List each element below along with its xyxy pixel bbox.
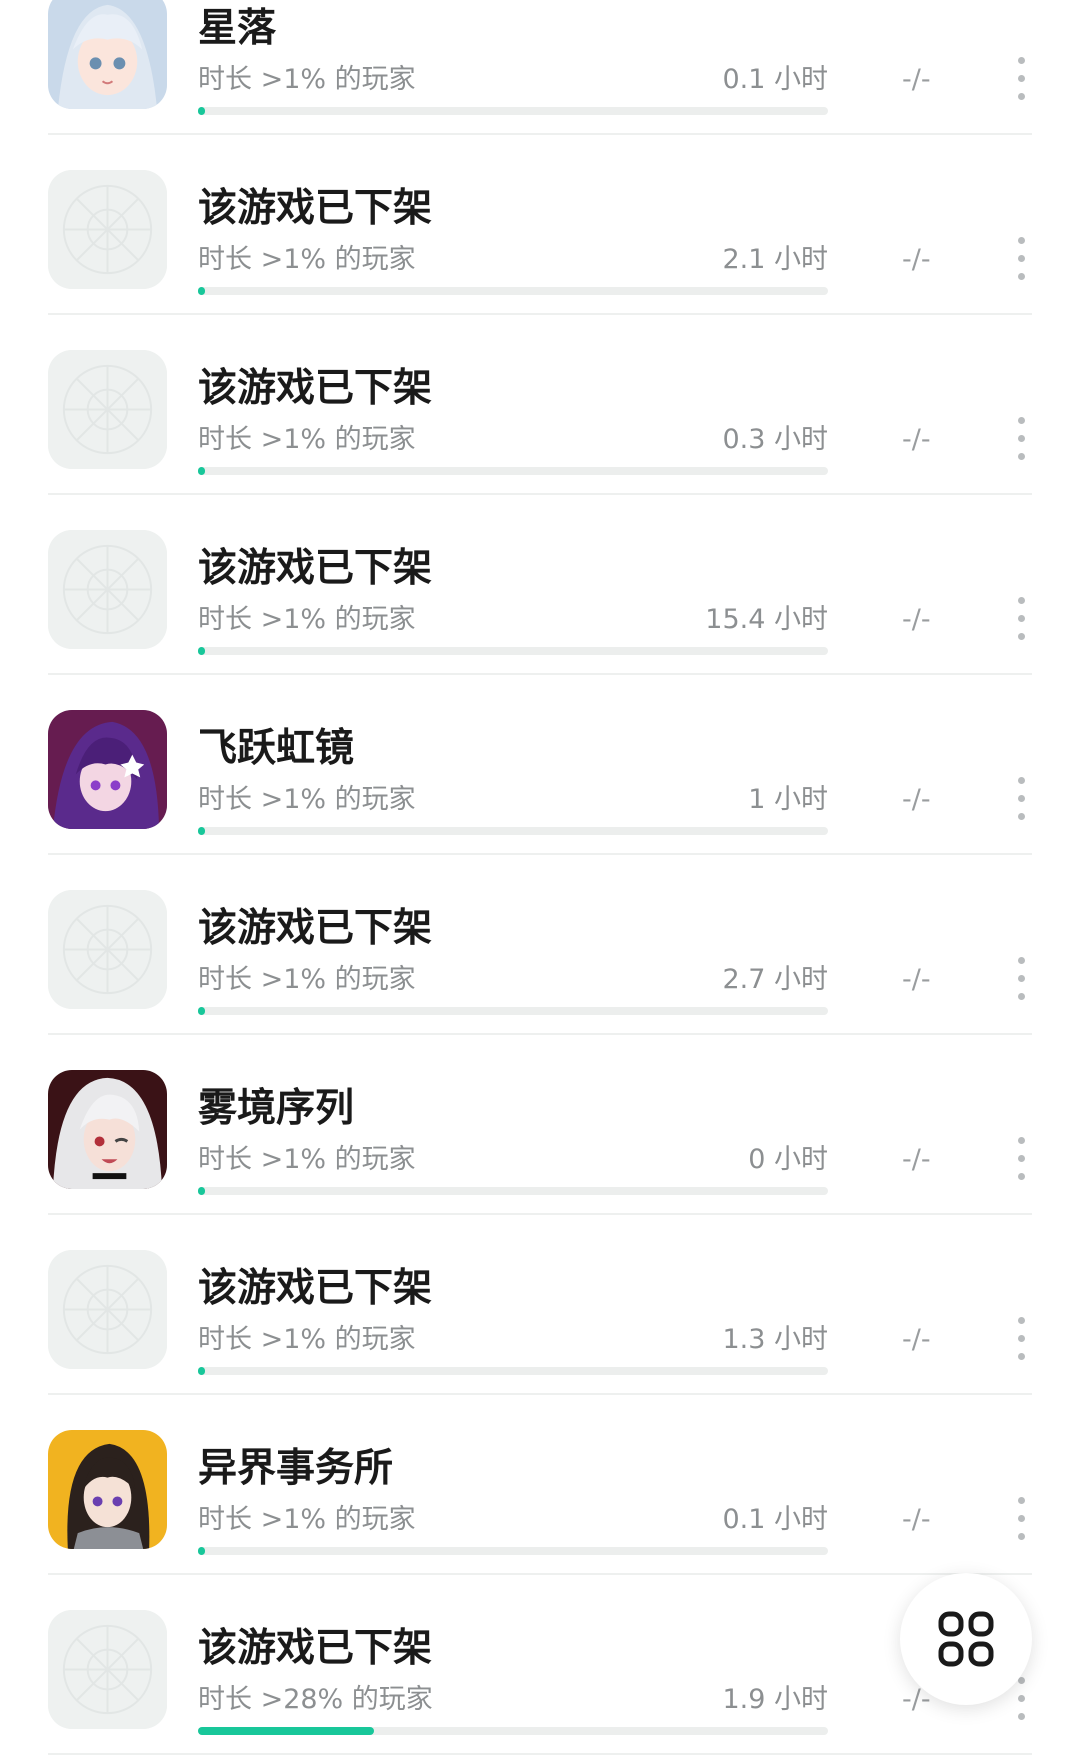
playtime-percentile-label: 时长 >1% 的玩家 [198, 424, 416, 455]
game-title: 星落 [198, 6, 277, 51]
playtime-percentile-label: 时长 >1% 的玩家 [198, 1144, 416, 1175]
achievement-count: -/- [902, 1504, 931, 1535]
playtime-percentile-label: 时长 >1% 的玩家 [198, 604, 416, 635]
playtime-percentile-label: 时长 >1% 的玩家 [198, 244, 416, 275]
playtime-hours: 0.1 小时 [722, 1504, 828, 1535]
playtime-progress-track [198, 647, 828, 655]
playtime-percentile-label: 时长 >28% 的玩家 [198, 1684, 433, 1715]
more-options-icon[interactable] [1010, 775, 1034, 825]
game-row[interactable]: 该游戏已下架 时长 >1% 的玩家 1.3 小时 -/- [0, 1215, 1080, 1395]
game-title: 异界事务所 [198, 1446, 394, 1491]
playtime-percentile-label: 时长 >1% 的玩家 [198, 64, 416, 95]
playtime-hours: 1.9 小时 [722, 1684, 828, 1715]
more-options-icon[interactable] [1010, 235, 1034, 285]
playtime-progress-track [198, 107, 828, 115]
playtime-progress-fill [198, 1187, 205, 1195]
game-icon[interactable] [48, 1610, 167, 1729]
playtime-hours: 0 小时 [748, 1144, 828, 1175]
game-row[interactable]: 雾境序列 时长 >1% 的玩家 0 小时 -/- [0, 1035, 1080, 1215]
game-icon[interactable] [48, 350, 167, 469]
playtime-percentile-label: 时长 >1% 的玩家 [198, 1504, 416, 1535]
playtime-percentile-label: 时长 >1% 的玩家 [198, 1324, 416, 1355]
playtime-percentile-label: 时长 >1% 的玩家 [198, 784, 416, 815]
game-row[interactable]: 该游戏已下架 时长 >1% 的玩家 2.1 小时 -/- [0, 135, 1080, 315]
game-icon[interactable] [48, 1430, 167, 1549]
achievement-count: -/- [902, 1324, 931, 1355]
game-title: 飞跃虹镜 [198, 726, 355, 771]
playtime-progress-track [198, 1547, 828, 1555]
playtime-progress-fill [198, 1367, 205, 1375]
achievement-count: -/- [902, 424, 931, 455]
playtime-progress-track [198, 1367, 828, 1375]
game-title: 该游戏已下架 [198, 366, 433, 411]
achievement-count: -/- [902, 244, 931, 275]
more-options-icon[interactable] [1010, 1315, 1034, 1365]
playtime-progress-fill [198, 1727, 375, 1735]
achievement-count: -/- [902, 604, 931, 635]
game-row[interactable]: 异界事务所 时长 >1% 的玩家 0.1 小时 -/- [0, 1395, 1080, 1575]
game-row[interactable]: 该游戏已下架 时长 >1% 的玩家 2.7 小时 -/- [0, 855, 1080, 1035]
more-options-icon[interactable] [1010, 415, 1034, 465]
game-row[interactable]: 该游戏已下架 时长 >1% 的玩家 15.4 小时 -/- [0, 495, 1080, 675]
more-options-icon[interactable] [1010, 955, 1034, 1005]
more-options-icon[interactable] [1010, 1495, 1034, 1545]
achievement-count: -/- [902, 784, 931, 815]
game-title: 该游戏已下架 [198, 1626, 433, 1671]
game-list: 星落 时长 >1% 的玩家 0.1 小时 -/- 该游戏已下架 时长 >1% 的… [0, 0, 1080, 1755]
playtime-percentile-label: 时长 >1% 的玩家 [198, 964, 416, 995]
playtime-progress-fill [198, 647, 205, 655]
playtime-progress-track [198, 827, 828, 835]
game-row[interactable]: 飞跃虹镜 时长 >1% 的玩家 1 小时 -/- [0, 675, 1080, 855]
playtime-progress-track [198, 287, 828, 295]
game-icon[interactable] [48, 710, 167, 829]
playtime-progress-fill [198, 1547, 205, 1555]
playtime-hours: 0.1 小时 [722, 64, 828, 95]
grid-view-button[interactable] [900, 1573, 1032, 1705]
game-title: 该游戏已下架 [198, 1266, 433, 1311]
game-icon[interactable] [48, 530, 167, 649]
playtime-progress-track [198, 1187, 828, 1195]
more-options-icon[interactable] [1010, 1135, 1034, 1185]
game-icon[interactable] [48, 1250, 167, 1369]
achievement-count: -/- [902, 1144, 931, 1175]
more-options-icon[interactable] [1010, 55, 1034, 105]
game-row[interactable]: 该游戏已下架 时长 >1% 的玩家 0.3 小时 -/- [0, 315, 1080, 495]
playtime-progress-track [198, 1727, 828, 1735]
playtime-hours: 2.7 小时 [722, 964, 828, 995]
playtime-hours: 0.3 小时 [722, 424, 828, 455]
playtime-progress-fill [198, 1007, 205, 1015]
game-title: 该游戏已下架 [198, 186, 433, 231]
achievement-count: -/- [902, 964, 931, 995]
playtime-hours: 1.3 小时 [722, 1324, 828, 1355]
game-icon[interactable] [48, 1070, 167, 1189]
game-row[interactable]: 星落 时长 >1% 的玩家 0.1 小时 -/- [0, 0, 1080, 135]
playtime-progress-track [198, 467, 828, 475]
game-title: 该游戏已下架 [198, 906, 433, 951]
game-icon[interactable] [48, 170, 167, 289]
playtime-progress-fill [198, 107, 205, 115]
playtime-progress-fill [198, 467, 205, 475]
game-title: 雾境序列 [198, 1086, 355, 1131]
playtime-hours: 1 小时 [748, 784, 828, 815]
game-icon[interactable] [48, 890, 167, 1009]
playtime-progress-fill [198, 827, 205, 835]
grid-icon [938, 1611, 994, 1667]
playtime-hours: 15.4 小时 [705, 604, 828, 635]
playtime-progress-fill [198, 287, 205, 295]
achievement-count: -/- [902, 64, 931, 95]
game-title: 该游戏已下架 [198, 546, 433, 591]
playtime-progress-track [198, 1007, 828, 1015]
game-icon[interactable] [48, 0, 167, 109]
playtime-hours: 2.1 小时 [722, 244, 828, 275]
more-options-icon[interactable] [1010, 595, 1034, 645]
